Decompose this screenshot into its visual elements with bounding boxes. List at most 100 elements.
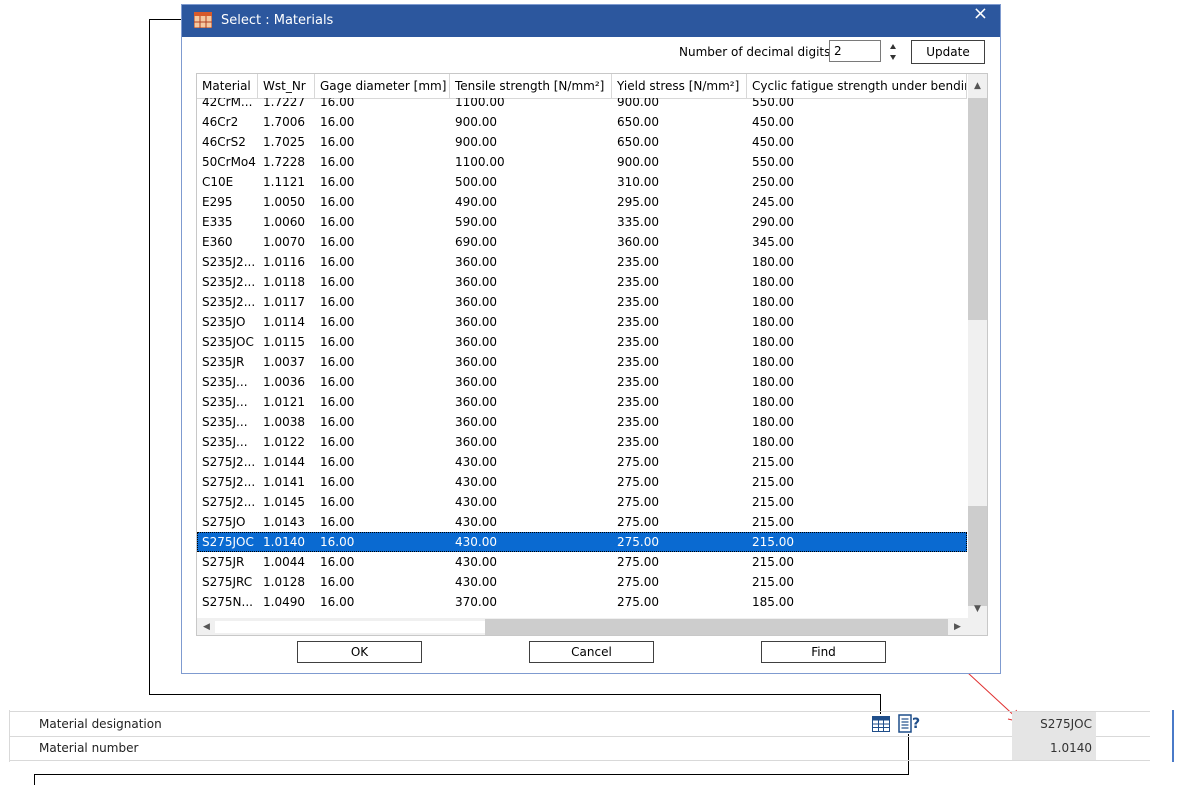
table-cell: 310.00 (617, 175, 659, 189)
column-header[interactable]: Yield stress [N/mm²] (612, 74, 747, 98)
table-row[interactable]: 42CrM... 1.7227 16.00 1100.00 900.00 550.00 (197, 98, 967, 112)
table-row[interactable]: C10E 1.1121 16.00 500.00 310.00 250.00 (197, 172, 967, 192)
table-cell: 235.00 (617, 355, 659, 369)
table-cell: 180.00 (752, 315, 794, 329)
table-row[interactable]: E360 1.0070 16.00 690.00 360.00 345.00 (197, 232, 967, 252)
horizontal-scroll-thumb[interactable] (215, 621, 485, 633)
table-cell: 1.0036 (263, 375, 305, 389)
table-row[interactable]: S235J2... 1.0117 16.00 360.00 235.00 180.00 (197, 292, 967, 312)
material-designation-value[interactable]: S275JOC (1012, 712, 1096, 736)
table-cell: 215.00 (752, 495, 794, 509)
table-row[interactable]: S235J2... 1.0116 16.00 360.00 235.00 180.00 (197, 252, 967, 272)
table-cell: 180.00 (752, 275, 794, 289)
material-designation-row[interactable]: Material designation S275JOC (9, 712, 1150, 737)
table-cell: 360.00 (617, 235, 659, 249)
column-header[interactable]: Gage diameter [mm] (315, 74, 450, 98)
table-row[interactable]: S235J... 1.0122 16.00 360.00 235.00 180.00 (197, 432, 967, 452)
table-row[interactable]: 50CrMo4 1.7228 16.00 1100.00 900.00 550.00 (197, 152, 967, 172)
table-cell: C10E (202, 175, 234, 189)
connector-line (34, 774, 35, 785)
table-row[interactable]: 46CrS2 1.7025 16.00 900.00 650.00 450.00 (197, 132, 967, 152)
cancel-button[interactable]: Cancel (529, 641, 654, 663)
close-icon[interactable]: × (973, 5, 988, 23)
table-row[interactable]: S275J2... 1.0141 16.00 430.00 275.00 215.00 (197, 472, 967, 492)
table-cell: 180.00 (752, 355, 794, 369)
table-cell: 1.0144 (263, 455, 305, 469)
scroll-left-icon[interactable]: ◀ (197, 619, 216, 635)
scroll-down-icon[interactable]: ▼ (968, 601, 987, 618)
column-header[interactable]: Tensile strength [N/mm²] (450, 74, 612, 98)
material-number-value: 1.0140 (1012, 736, 1096, 760)
table-cell: 215.00 (752, 515, 794, 529)
table-row[interactable]: E335 1.0060 16.00 590.00 335.00 290.00 (197, 212, 967, 232)
table-row[interactable]: S235J... 1.0038 16.00 360.00 235.00 180.00 (197, 412, 967, 432)
column-header[interactable]: Cyclic fatigue strength under bending (747, 74, 967, 98)
table-row[interactable]: 46Cr2 1.7006 16.00 900.00 650.00 450.00 (197, 112, 967, 132)
ok-button[interactable]: OK (297, 641, 422, 663)
decimal-digits-input[interactable] (829, 40, 881, 62)
table-cell: 16.00 (320, 195, 355, 209)
find-button[interactable]: Find (761, 641, 886, 663)
table-cell: 650.00 (617, 135, 659, 149)
table-cell: 235.00 (617, 295, 659, 309)
table-cell: 46CrS2 (202, 135, 246, 149)
update-button[interactable]: Update (911, 40, 985, 64)
table-cell: 450.00 (752, 115, 794, 129)
table-row[interactable]: S235J... 1.0036 16.00 360.00 235.00 180.00 (197, 372, 967, 392)
table-cell: 335.00 (617, 215, 659, 229)
table-cell: 360.00 (455, 315, 497, 329)
table-cell: 1.1121 (263, 175, 305, 189)
table-cell: S275JR (202, 555, 245, 569)
vertical-scroll-track[interactable] (968, 506, 987, 606)
help-doc-icon[interactable]: ? (898, 713, 922, 735)
horizontal-scroll-track[interactable] (485, 619, 948, 635)
table-cell: S235J... (202, 415, 248, 429)
table-select-icon[interactable] (872, 715, 890, 733)
table-cell: 245.00 (752, 195, 794, 209)
table-cell: 1.7228 (263, 155, 305, 169)
table-cell: 16.00 (320, 98, 355, 109)
table-row[interactable]: S275N... 1.0490 16.00 370.00 275.00 185.00 (197, 592, 967, 612)
column-header[interactable]: Wst_Nr (258, 74, 315, 98)
table-cell: S235J2... (202, 295, 256, 309)
material-number-label: Material number (39, 741, 139, 755)
table-row[interactable]: S275JRC 1.0128 16.00 430.00 275.00 215.00 (197, 572, 967, 592)
table-row[interactable]: S275JO 1.0143 16.00 430.00 275.00 215.00 (197, 512, 967, 532)
table-cell: 370.00 (455, 595, 497, 609)
table-row[interactable]: S275J2... 1.0145 16.00 430.00 275.00 215.00 (197, 492, 967, 512)
table-row[interactable]: S235JOC 1.0115 16.00 360.00 235.00 180.00 (197, 332, 967, 352)
table-cell: S275J2... (202, 455, 256, 469)
table-row[interactable]: S275J2... 1.0144 16.00 430.00 275.00 215.00 (197, 452, 967, 472)
table-row[interactable]: S235JR 1.0037 16.00 360.00 235.00 180.00 (197, 352, 967, 372)
decimal-digits-spinner[interactable] (888, 41, 898, 63)
table-row[interactable]: S275JOC 1.0140 16.00 430.00 275.00 215.00 (197, 532, 967, 552)
vertical-scroll-track[interactable] (968, 98, 987, 320)
materials-dialog: Select : Materials × Number of decimal d… (181, 4, 1001, 674)
table-cell: 180.00 (752, 255, 794, 269)
table-row[interactable]: S235J2... 1.0118 16.00 360.00 235.00 180.00 (197, 272, 967, 292)
table-cell: 360.00 (455, 395, 497, 409)
material-number-row[interactable]: Material number 1.0140 (9, 736, 1150, 761)
table-row[interactable]: S235JO 1.0114 16.00 360.00 235.00 180.00 (197, 312, 967, 332)
dialog-titlebar: Select : Materials × (182, 5, 1000, 37)
scroll-up-icon[interactable]: ▲ (968, 78, 987, 95)
table-cell: 16.00 (320, 155, 355, 169)
table-cell: 42CrM... (202, 98, 253, 109)
table-cell: 360.00 (455, 275, 497, 289)
table-row[interactable]: S235J... 1.0121 16.00 360.00 235.00 180.00 (197, 392, 967, 412)
scroll-right-icon[interactable]: ▶ (948, 619, 967, 635)
table-cell: 46Cr2 (202, 115, 239, 129)
table-row[interactable]: E295 1.0050 16.00 490.00 295.00 245.00 (197, 192, 967, 212)
table-cell: 900.00 (455, 135, 497, 149)
table-cell: 235.00 (617, 415, 659, 429)
materials-grid: Material Wst_Nr Gage diameter [mm] Tensile … (196, 73, 988, 636)
table-cell: S235J... (202, 395, 248, 409)
table-cell: 430.00 (455, 515, 497, 529)
column-header[interactable]: Material (197, 74, 258, 98)
table-row[interactable]: S275JR 1.0044 16.00 430.00 275.00 215.00 (197, 552, 967, 572)
table-cell: S275N... (202, 595, 253, 609)
connector-line (149, 19, 150, 695)
table-cell: 235.00 (617, 435, 659, 449)
table-cell: 235.00 (617, 375, 659, 389)
table-cell: S275J2... (202, 495, 256, 509)
